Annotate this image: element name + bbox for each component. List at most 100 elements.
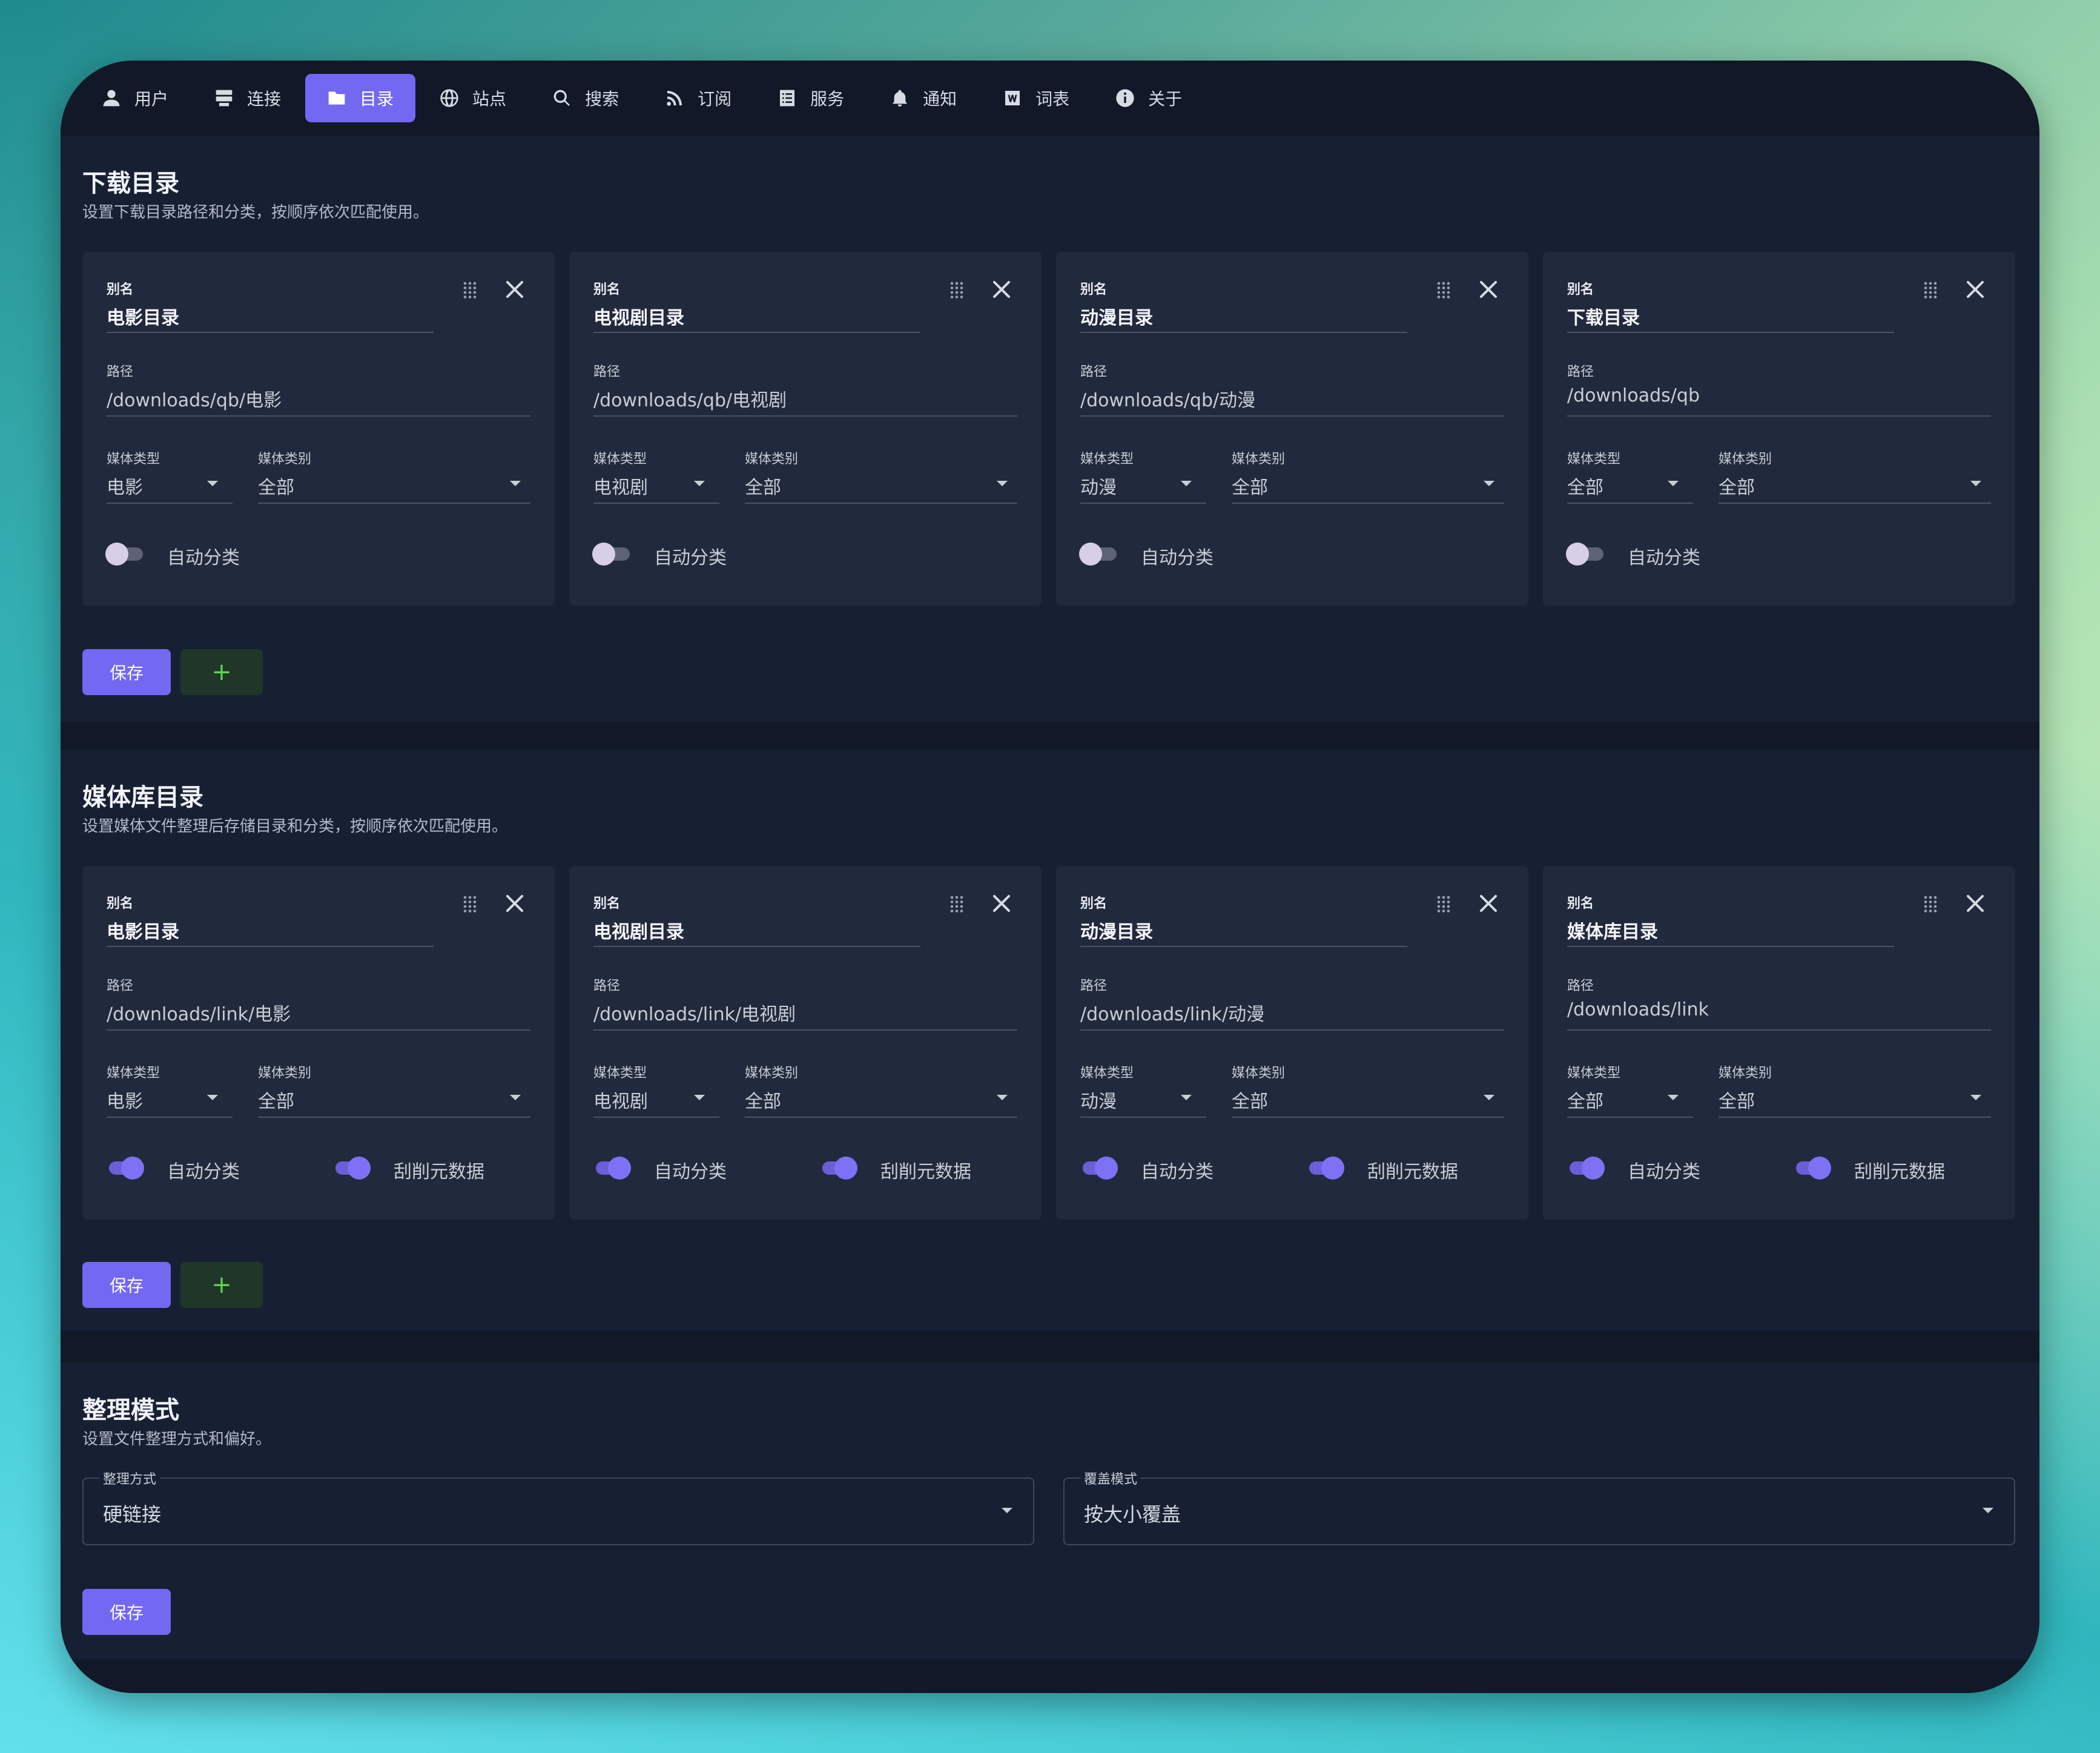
media-category-select[interactable]: 全部 [258, 1086, 294, 1113]
organize-method-select[interactable]: 整理方式 硬链接 [82, 1468, 1034, 1545]
alias-input[interactable]: 电影目录 [107, 303, 179, 329]
alias-input[interactable]: 电影目录 [107, 917, 179, 943]
media-type-select[interactable]: 电视剧 [593, 1086, 648, 1113]
media-type-select[interactable]: 动漫 [1080, 472, 1117, 499]
media-category-select[interactable]: 全部 [745, 472, 781, 499]
tab-notify[interactable]: 通知 [868, 74, 979, 122]
add-button[interactable]: + [180, 1262, 263, 1308]
media-category-label: 媒体类别 [1232, 1066, 1286, 1081]
path-underline [593, 1029, 1017, 1031]
app-window: 用户 连接 目录 站点 搜索 订阅 服务 通知 词表 关于 下载目录 设置下载目… [61, 61, 2039, 1693]
path-input[interactable]: /downloads/link/电视剧 [593, 999, 796, 1026]
tab-service[interactable]: 服务 [756, 74, 866, 122]
media-category-select[interactable]: 全部 [1719, 472, 1755, 499]
bell-icon [893, 90, 908, 107]
media-category-underline [1232, 503, 1504, 504]
media-category-label: 媒体类别 [745, 452, 799, 467]
drag-handle-icon[interactable] [463, 895, 477, 913]
drag-handle-icon[interactable] [949, 281, 964, 299]
chevron-down-icon [1668, 481, 1679, 486]
drag-handle-icon[interactable] [1436, 281, 1451, 299]
folder-icon [328, 91, 345, 105]
alias-input[interactable]: 电视剧目录 [593, 303, 684, 329]
media-type-select[interactable]: 电影 [107, 472, 143, 499]
media-type-select[interactable]: 动漫 [1080, 1086, 1117, 1113]
close-icon[interactable] [1479, 280, 1498, 299]
alias-input[interactable]: 动漫目录 [1080, 917, 1153, 943]
path-underline [107, 415, 530, 417]
scrape-metadata-label: 刮削元数据 [394, 1161, 484, 1183]
media-category-select[interactable]: 全部 [1719, 1086, 1755, 1113]
download-dir-card: 别名 动漫目录 路径 /downloads/qb/动漫 媒体类型 动漫 媒体类别… [1056, 252, 1528, 606]
tab-label: 目录 [360, 89, 394, 109]
add-button[interactable]: + [180, 649, 263, 695]
drag-handle-icon[interactable] [1923, 281, 1938, 299]
path-input[interactable]: /downloads/link/动漫 [1080, 999, 1264, 1026]
path-input[interactable]: /downloads/qb/电视剧 [593, 385, 787, 412]
organize-mode-section: 整理模式 设置文件整理方式和偏好。 整理方式 硬链接 覆盖模式 按大小覆盖 保存 [61, 1362, 2039, 1659]
alias-input[interactable]: 媒体库目录 [1567, 917, 1658, 943]
close-icon[interactable] [1479, 894, 1498, 913]
chevron-down-icon [1970, 481, 1981, 486]
overwrite-mode-select[interactable]: 覆盖模式 按大小覆盖 [1063, 1468, 2015, 1545]
tab-wordlist[interactable]: 词表 [981, 74, 1091, 122]
path-input[interactable]: /downloads/link [1567, 999, 1709, 1020]
section-description: 设置媒体文件整理后存储目录和分类，按顺序依次匹配使用。 [82, 817, 508, 836]
media-type-underline [1567, 503, 1693, 504]
path-underline [1567, 1029, 1991, 1031]
media-type-label: 媒体类型 [1080, 1066, 1134, 1081]
close-icon[interactable] [1966, 280, 1985, 299]
chevron-down-icon [510, 481, 521, 486]
alias-underline [1567, 332, 1894, 333]
path-input[interactable]: /downloads/qb/电影 [107, 385, 282, 412]
alias-label: 别名 [107, 282, 134, 297]
path-input[interactable]: /downloads/qb [1567, 385, 1700, 406]
media-type-select[interactable]: 全部 [1567, 1086, 1603, 1113]
download-dir-card: 别名 电视剧目录 路径 /downloads/qb/电视剧 媒体类型 电视剧 媒… [569, 252, 1042, 606]
drag-handle-icon[interactable] [1923, 895, 1938, 913]
section-description: 设置下载目录路径和分类，按顺序依次匹配使用。 [82, 203, 429, 222]
tab-user[interactable]: 用户 [80, 74, 190, 122]
tab-search[interactable]: 搜索 [530, 74, 641, 122]
media-type-select[interactable]: 电影 [107, 1086, 143, 1113]
chevron-down-icon [1181, 481, 1192, 486]
tab-subscribe[interactable]: 订阅 [643, 74, 753, 122]
media-type-select[interactable]: 全部 [1567, 472, 1603, 499]
drag-handle-icon[interactable] [949, 895, 964, 913]
path-label: 路径 [1567, 365, 1594, 380]
media-category-select[interactable]: 全部 [258, 472, 294, 499]
media-category-underline [1232, 1117, 1504, 1118]
close-icon[interactable] [1966, 894, 1985, 913]
tab-directory[interactable]: 目录 [305, 74, 416, 122]
media-category-underline [745, 503, 1017, 504]
save-button[interactable]: 保存 [82, 1262, 171, 1308]
close-icon[interactable] [505, 280, 524, 299]
tab-about[interactable]: 关于 [1094, 74, 1204, 122]
media-category-select[interactable]: 全部 [1232, 472, 1268, 499]
chevron-down-icon [1181, 1095, 1192, 1100]
close-icon[interactable] [992, 894, 1011, 913]
drag-handle-icon[interactable] [1436, 895, 1451, 913]
media-category-select[interactable]: 全部 [745, 1086, 781, 1113]
close-icon[interactable] [505, 894, 524, 913]
path-input[interactable]: /downloads/qb/动漫 [1080, 385, 1255, 412]
alias-input[interactable]: 下载目录 [1567, 303, 1640, 329]
list-icon [780, 90, 795, 107]
save-button[interactable]: 保存 [82, 1589, 171, 1635]
media-category-select[interactable]: 全部 [1232, 1086, 1268, 1113]
tab-connection[interactable]: 连接 [193, 74, 303, 122]
tab-label: 站点 [472, 89, 507, 109]
path-underline [1567, 415, 1991, 417]
tab-site[interactable]: 站点 [418, 74, 528, 122]
close-icon[interactable] [992, 280, 1011, 299]
media-type-select[interactable]: 电视剧 [593, 472, 648, 499]
chevron-down-icon [694, 1095, 705, 1100]
drag-handle-icon[interactable] [463, 281, 477, 299]
alias-input[interactable]: 电视剧目录 [593, 917, 684, 943]
save-button[interactable]: 保存 [82, 649, 171, 695]
alias-label: 别名 [107, 896, 134, 911]
organize-method-value: 硬链接 [103, 1503, 162, 1526]
alias-label: 别名 [593, 282, 621, 297]
path-input[interactable]: /downloads/link/电影 [107, 999, 291, 1026]
alias-input[interactable]: 动漫目录 [1080, 303, 1153, 329]
